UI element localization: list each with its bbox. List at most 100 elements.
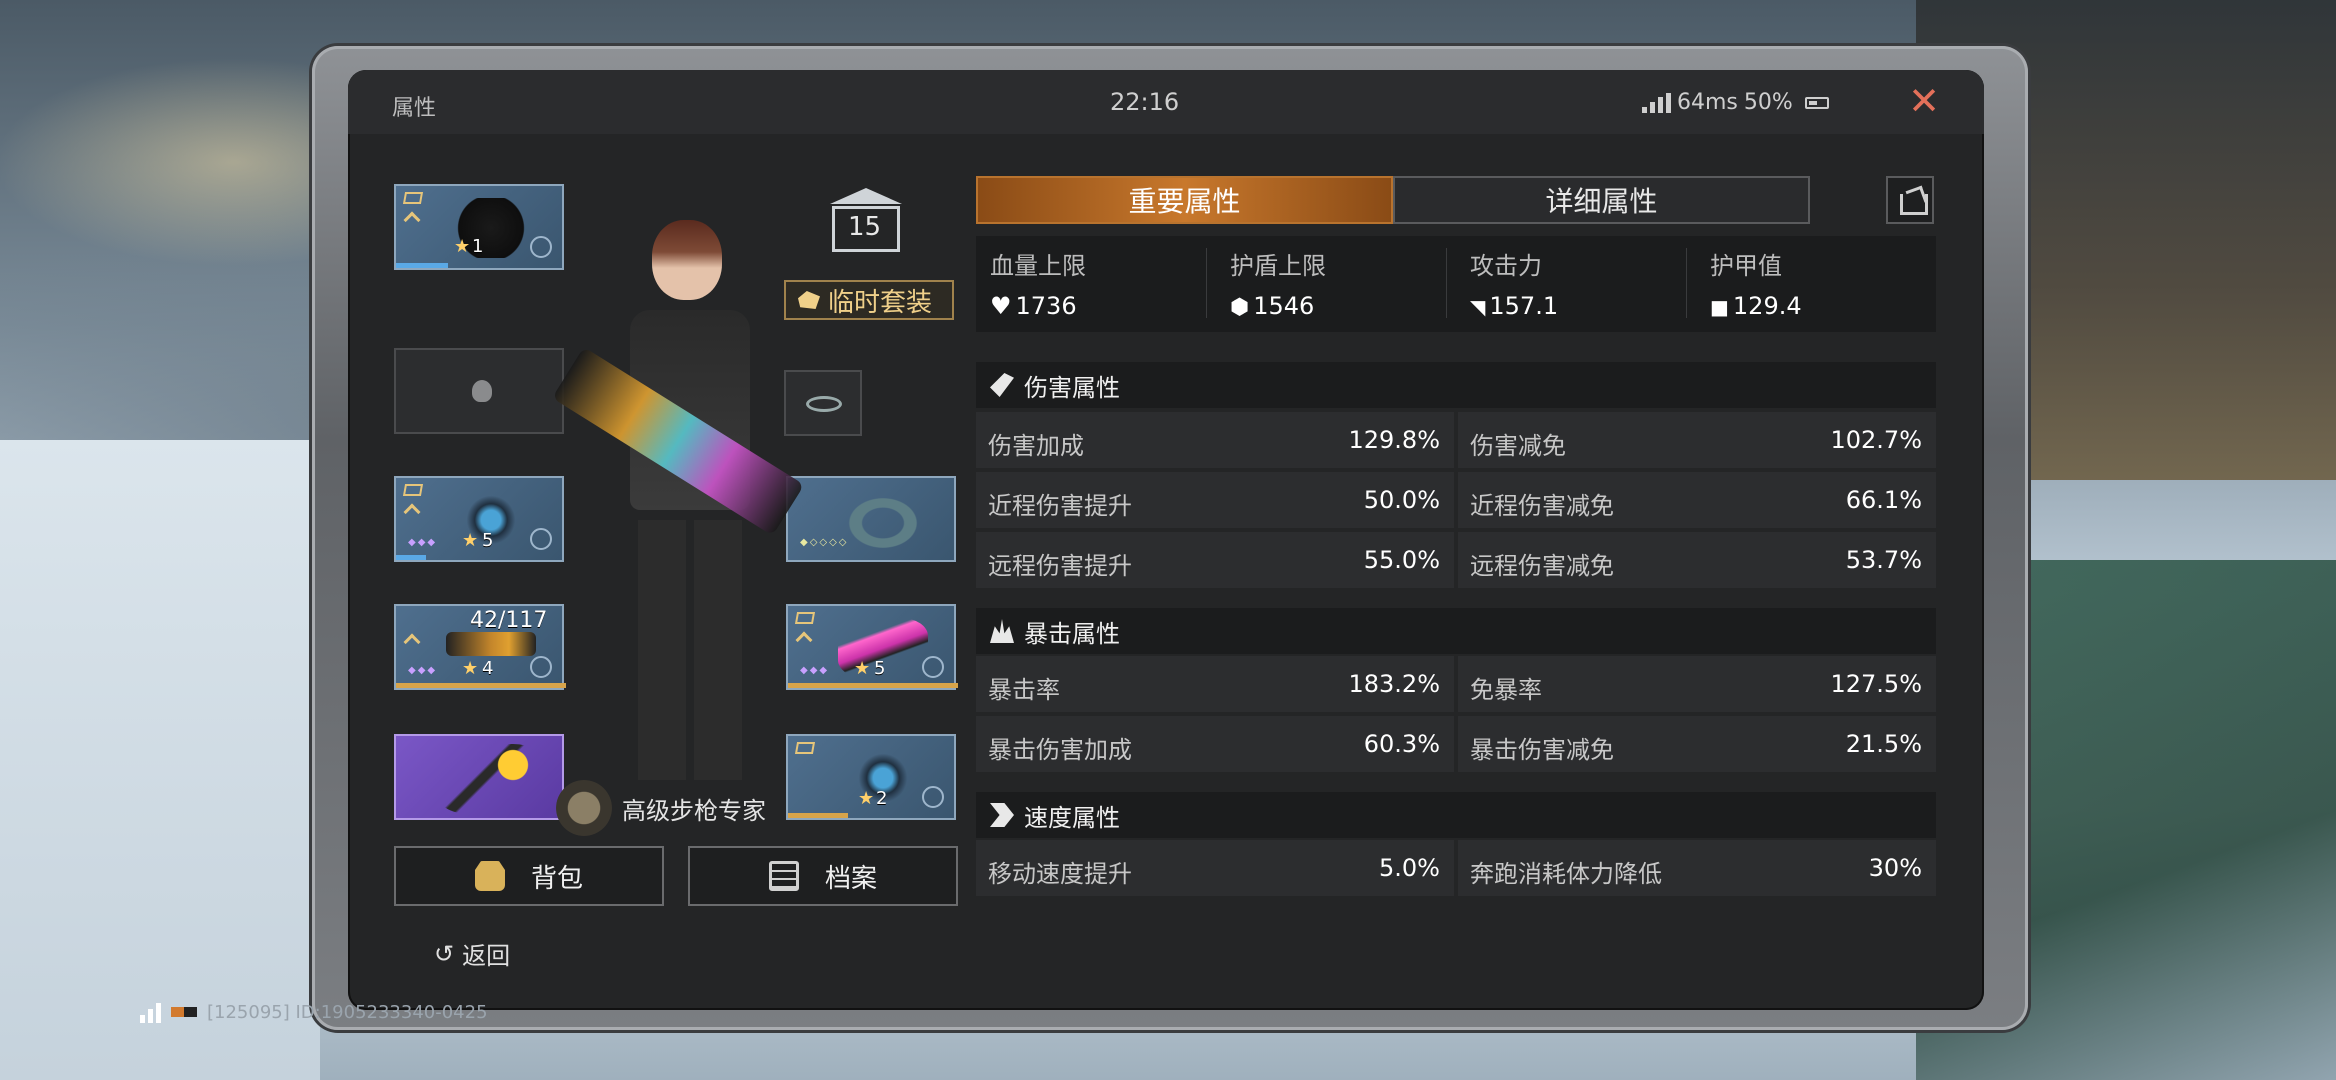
slot-level: 4 [482,658,494,679]
back-button[interactable]: ↺ 返回 [434,936,510,971]
character-head [652,220,722,300]
stat-label: 免暴率 [1470,676,1542,704]
battery-percent: 50% [1743,90,1793,115]
stat-cell: 暴击率 183.2% [976,656,1454,712]
stat-cell: 暴击伤害加成 60.3% [976,716,1454,772]
status-bar: 64ms 50% [1642,90,1829,115]
divider [1446,248,1447,318]
bag-outline-icon [472,380,492,402]
lock-icon [922,786,944,808]
stat-value: 1546 [1253,292,1315,320]
battery-icon [1804,96,1829,109]
level-badge[interactable]: 15 [818,188,914,260]
back-label: 返回 [462,942,511,970]
stat-row: 暴击伤害加成 60.3% 暴击伤害减免 21.5% [976,716,1936,772]
close-icon: ✕ [1908,79,1940,123]
shield-icon [1230,292,1249,320]
stat-label: 护盾上限 [1230,252,1326,280]
panel-title: 属性 [392,96,437,121]
building-roof-icon [830,188,902,204]
stat-value: 102.7% [1830,426,1922,454]
close-button[interactable]: ✕ [1908,82,1940,120]
gear-slot-helmet[interactable]: ★ 1 [394,184,564,270]
stat-value-wrap: 1736 [990,292,1077,320]
stat-row: 暴击率 183.2% 免暴率 127.5% [976,656,1936,712]
stat-value: 127.5% [1830,670,1922,698]
suit-label: 临时套装 [828,287,933,318]
tab-important-stats[interactable]: 重要属性 [976,176,1393,224]
stat-value: 66.1% [1845,486,1922,514]
stat-cell: 近程伤害提升 50.0% [976,472,1454,528]
section-crit-header: 暴击属性 [976,608,1936,654]
armor-icon [1710,292,1729,320]
stat-value-wrap: 157.1 [1470,292,1558,320]
enhance-diamonds: ◆◆◆ [408,665,438,676]
stat-value-wrap: 1546 [1230,292,1314,320]
background-floor [0,440,320,1080]
stat-value: 30% [1868,854,1922,882]
star-icon: ★ [454,236,471,257]
stat-cell: 伤害加成 129.8% [976,412,1454,468]
suit-icon [798,291,820,309]
character-model [552,220,820,780]
clock: 22:16 [1110,88,1180,116]
stat-value: 183.2% [1348,670,1440,698]
share-button[interactable] [1886,176,1934,224]
player-title[interactable]: 高级步枪专家 [556,780,766,836]
lock-icon [922,656,944,678]
section-title: 伤害属性 [1024,373,1120,402]
archive-label: 档案 [824,863,877,894]
lock-icon [530,528,552,550]
player-title-label: 高级步枪专家 [622,796,766,825]
battery-icon [171,1007,197,1017]
stat-value: 53.7% [1845,546,1922,574]
stat-shield: 护盾上限 1546 [1216,236,1456,332]
stat-cell: 免暴率 127.5% [1458,656,1936,712]
stat-label: 暴击伤害加成 [988,736,1132,764]
gear-slot-candy-wand[interactable] [394,734,564,820]
bag-button[interactable]: 背包 [394,846,664,906]
rifle-expert-icon [556,780,612,836]
stat-label: 护甲值 [1710,252,1782,280]
stat-attack: 攻击力 157.1 [1456,236,1696,332]
star-icon: ★ [462,530,479,551]
stat-value-wrap: 129.4 [1710,292,1802,320]
stat-value: 129.8% [1348,426,1440,454]
rank-chevron-icon [403,633,421,651]
tab-detailed-stats[interactable]: 详细属性 [1393,176,1810,224]
stat-row: 移动速度提升 5.0% 奔跑消耗体力降低 30% [976,840,1936,896]
document-icon [768,861,799,891]
stat-hp: 血量上限 1736 [976,236,1216,332]
stat-value: 5.0% [1379,854,1440,882]
archive-button[interactable]: 档案 [688,846,958,906]
gear-slot-empty[interactable] [394,348,564,434]
stat-cell: 远程伤害减免 53.7% [1458,532,1936,588]
gear-slot-armor[interactable]: ◆◆◆ ★ 5 [394,476,564,562]
ammo-count: 42/117 [470,608,548,633]
primary-stats: 血量上限 1736 护盾上限 1546 攻击力 157.1 护甲值 129.4 [976,236,1936,332]
star-icon: ★ [854,658,871,679]
speed-chevron-icon [990,803,1014,827]
ping: 64ms [1677,90,1738,115]
character-legs [638,520,742,780]
stat-value: 129.4 [1732,292,1802,320]
top-bar: 属性 22:16 64ms 50% ✕ [348,70,1984,134]
section-title: 速度属性 [1024,803,1120,832]
temp-suit-button[interactable]: 临时套装 [784,280,954,320]
star-icon: ★ [462,658,479,679]
quality-gem-icon [402,192,424,204]
level-number: 15 [848,212,882,242]
section-speed-header: 速度属性 [976,792,1936,838]
lock-icon [530,236,552,258]
rifle-icon [446,632,536,656]
slot-progress [396,683,566,688]
stat-label: 血量上限 [990,252,1086,280]
stat-label: 暴击率 [988,676,1060,704]
stat-label: 暴击伤害减免 [1470,736,1614,764]
slot-level: 5 [482,530,494,551]
quality-gem-icon [402,484,424,496]
stat-value: 157.1 [1489,292,1559,320]
candy-wand-icon [436,744,546,814]
slot-progress [396,263,448,268]
rank-chevron-icon [403,503,421,521]
